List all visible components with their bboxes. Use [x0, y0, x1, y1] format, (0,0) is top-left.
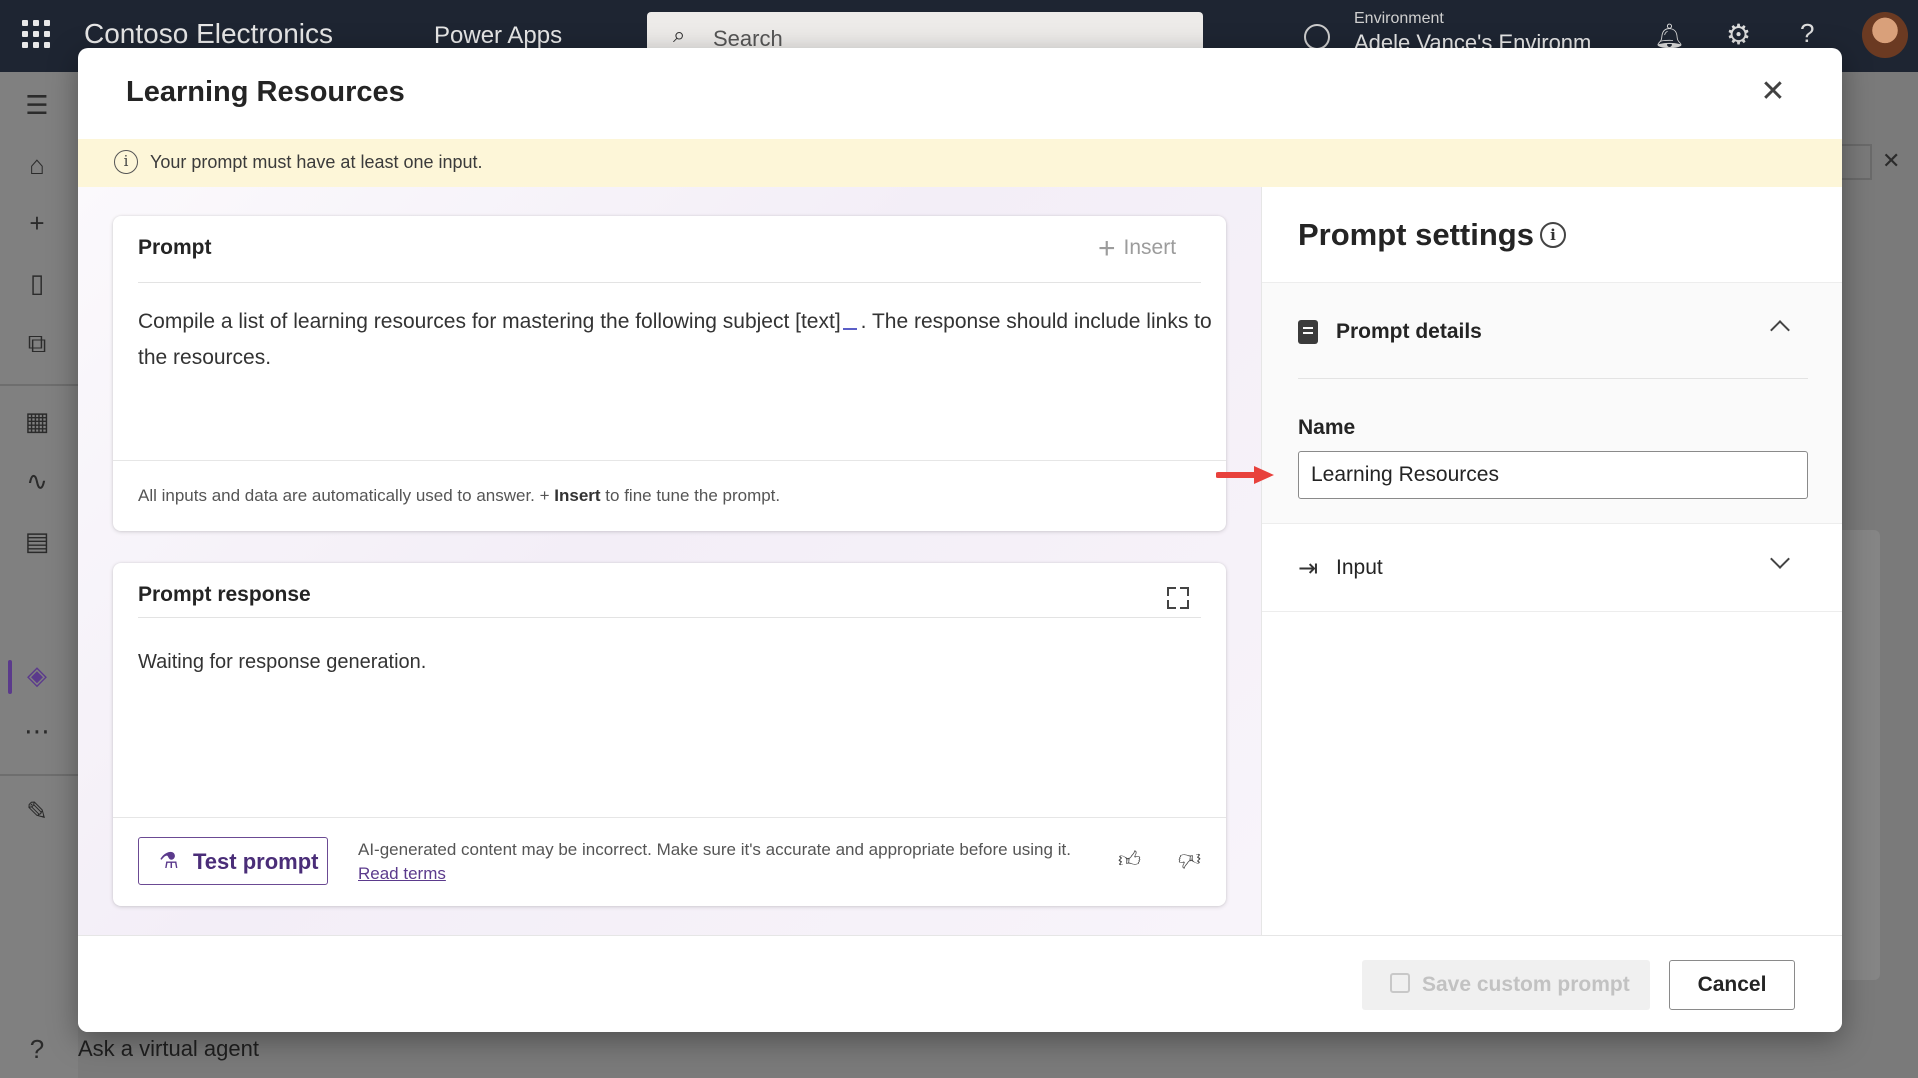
left-nav: ☰ ⌂ + ▯ ⧉ ▦ ∿ ▤ ◈ ⋯ ✎ ? [0, 72, 78, 1078]
red-arrow-annotation [1216, 466, 1274, 484]
save-icon [1390, 973, 1410, 993]
prompt-response-card: Prompt response Waiting for response gen… [113, 563, 1226, 906]
expand-icon[interactable] [1163, 583, 1193, 613]
prompt-settings-pane: Prompt settings i Prompt details Name ⇥ … [1216, 187, 1842, 935]
warning-banner: i Your prompt must have at least one inp… [78, 139, 1842, 187]
solutions-icon[interactable]: ▤ [20, 526, 54, 557]
app-launcher-icon[interactable] [22, 20, 50, 48]
prompt-heading: Prompt [138, 236, 212, 259]
user-avatar[interactable] [1862, 12, 1908, 58]
more-icon[interactable]: ⋯ [20, 716, 54, 747]
test-prompt-button[interactable]: ⚗ Test prompt [138, 837, 328, 885]
input-section[interactable]: ⇥ Input [1262, 524, 1842, 612]
name-label: Name [1298, 416, 1356, 439]
chevron-down-icon[interactable] [1770, 549, 1790, 569]
response-waiting-text: Waiting for response generation. [138, 651, 427, 673]
power-platform-icon[interactable]: ✎ [20, 796, 54, 827]
prompt-card: Prompt + Insert Compile a list of learnin… [113, 216, 1226, 531]
help-icon[interactable]: ? [1800, 18, 1814, 49]
prompt-details-label[interactable]: Prompt details [1336, 320, 1482, 344]
prompt-footer-text: All inputs and data are automatically us… [138, 486, 781, 505]
dialog-title: Learning Resources [126, 76, 405, 108]
environment-label: Environment [1354, 10, 1444, 27]
prompt-footer: All inputs and data are automatically us… [113, 460, 1226, 531]
virtual-agent-icon[interactable]: ? [20, 1034, 54, 1065]
info-icon[interactable]: i [1540, 222, 1566, 248]
prompt-textarea[interactable]: Compile a list of learning resources for… [138, 304, 1218, 376]
test-prompt-label: Test prompt [193, 849, 319, 874]
info-icon: i [114, 150, 138, 174]
brand-name: Contoso Electronics [84, 18, 334, 49]
save-label: Save custom prompt [1422, 973, 1630, 996]
learning-resources-dialog: Learning Resources ✕ i Your prompt must … [78, 48, 1842, 1032]
plus-icon: + [1098, 232, 1116, 265]
input-placeholder-marker[interactable] [842, 312, 857, 330]
settings-gear-icon[interactable]: ⚙ [1726, 18, 1751, 51]
insert-label: Insert [1123, 236, 1177, 259]
name-input[interactable] [1298, 451, 1808, 499]
chevron-up-icon[interactable] [1770, 320, 1790, 340]
notifications-icon[interactable]: 🔔︎ [1654, 22, 1684, 51]
tables-icon[interactable]: ▦ [20, 406, 54, 437]
ask-virtual-agent-label[interactable]: Ask a virtual agent [78, 1036, 259, 1062]
apps-icon[interactable]: ⧉ [20, 328, 54, 360]
input-label: Input [1336, 556, 1383, 579]
flask-icon: ⚗ [159, 848, 179, 873]
thumbs-down-icon[interactable]: 👍︎ [1178, 846, 1201, 873]
prompt-editor-pane: Prompt + Insert Compile a list of learnin… [78, 187, 1261, 935]
flows-icon[interactable]: ∿ [20, 466, 54, 497]
document-icon [1298, 320, 1318, 344]
thumbs-up-icon[interactable]: 👍︎ [1118, 846, 1141, 873]
warning-text: Your prompt must have at least one input… [150, 152, 483, 172]
search-icon: ⌕ [673, 22, 686, 47]
sign-in-arrow-icon: ⇥ [1298, 555, 1319, 582]
create-plus-icon[interactable]: + [20, 208, 54, 239]
ai-hub-icon[interactable]: ◈ [20, 660, 54, 691]
prompt-text-part1: Compile a list of learning resources for… [138, 310, 841, 333]
save-custom-prompt-button[interactable]: Save custom prompt [1362, 960, 1650, 1010]
hamburger-menu-icon[interactable]: ☰ [20, 90, 54, 121]
home-icon[interactable]: ⌂ [20, 150, 54, 181]
prompt-details-section: Prompt details Name [1216, 282, 1842, 524]
close-icon[interactable]: ✕ [1753, 72, 1793, 112]
response-footer: ⚗ Test prompt AI-generated content may b… [113, 817, 1226, 906]
ai-disclaimer: AI-generated content may be incorrect. M… [358, 840, 1071, 883]
background-close-icon: ✕ [1882, 148, 1901, 173]
cancel-button[interactable]: Cancel [1669, 960, 1795, 1010]
prompt-settings-title: Prompt settings [1298, 217, 1534, 252]
app-name: Power Apps [434, 22, 563, 49]
environment-icon [1304, 24, 1330, 50]
read-terms-link[interactable]: Read terms [358, 864, 446, 883]
prompt-response-heading: Prompt response [138, 583, 311, 606]
active-indicator [8, 660, 12, 694]
dialog-footer: Save custom prompt Cancel [78, 935, 1842, 1032]
learn-book-icon[interactable]: ▯ [20, 268, 54, 299]
insert-button[interactable]: + Insert [1098, 232, 1176, 266]
